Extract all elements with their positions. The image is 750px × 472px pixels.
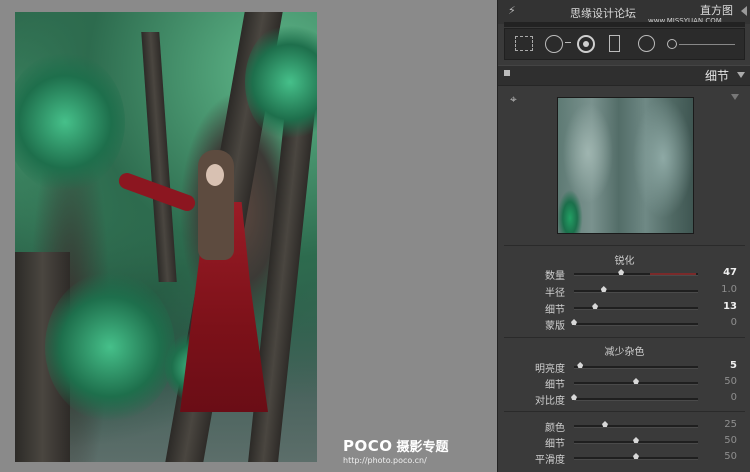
slider-value[interactable]: 50 (724, 451, 737, 462)
slider-value[interactable]: 50 (724, 435, 737, 446)
slider-value[interactable]: 1.0 (721, 284, 737, 295)
histogram-strip (504, 22, 745, 27)
slider-label: 细节 (545, 305, 565, 316)
noise_reduction-row: 细节 50 (498, 434, 750, 450)
sharpening-row: 半径 1.0 (498, 283, 750, 299)
graduated-filter-icon[interactable] (609, 35, 620, 52)
adjustment-brush-icon[interactable] (667, 39, 677, 49)
noise_reduction-row: 明亮度 5 (498, 359, 750, 375)
noise_reduction-row: 平滑度 50 (498, 450, 750, 466)
preview-menu-icon[interactable] (731, 94, 739, 100)
slider-knob[interactable] (571, 319, 577, 325)
brush-size-track[interactable] (679, 44, 735, 45)
slider-track[interactable] (574, 398, 698, 401)
photo-preview[interactable] (15, 12, 317, 462)
slider-value[interactable]: 25 (724, 419, 737, 430)
red-eye-icon[interactable] (577, 35, 595, 53)
histogram-title[interactable]: 直方图 (700, 2, 733, 18)
detail-zoom-preview[interactable] (557, 97, 694, 234)
noise_reduction-row: 颜色 25 (498, 418, 750, 434)
sharpening-row: 蒙版 0 (498, 316, 750, 332)
crop-overlay-icon[interactable] (515, 36, 533, 51)
slider-value[interactable]: 47 (723, 267, 737, 278)
slider-knob[interactable] (633, 437, 639, 443)
poco-logo: POCO (343, 437, 393, 455)
sharpening-row: 细节 13 (498, 300, 750, 316)
detail-preview-area: ⌖ (504, 87, 745, 240)
slider-knob[interactable] (600, 286, 607, 292)
sharpening-row: 数量 47 (498, 266, 750, 282)
slider-knob[interactable] (602, 421, 608, 427)
poco-url: http://photo.poco.cn/ (343, 456, 427, 465)
group-separator (504, 245, 745, 246)
group-separator (504, 337, 745, 338)
noise_reduction-row: 细节 50 (498, 375, 750, 391)
section-title: 细节 (704, 69, 729, 83)
slider-track[interactable] (574, 425, 698, 428)
radial-filter-icon[interactable] (638, 35, 655, 52)
tool-strip (504, 28, 745, 60)
foliage (45, 272, 175, 422)
histogram-header: ⚡ 思缘设计论坛 直方图 www.MISSYUAN.COM (498, 0, 750, 25)
poco-subtitle: 摄影专题 (396, 440, 449, 455)
slider-label: 细节 (545, 380, 565, 391)
slider-value[interactable]: 50 (724, 376, 737, 387)
slider-label: 半径 (545, 288, 565, 299)
slider-value[interactable]: 5 (730, 360, 737, 371)
section-collapse-icon[interactable] (737, 72, 745, 78)
panel-toggle-icon[interactable] (504, 70, 510, 76)
noise_reduction-row: 对比度 0 (498, 391, 750, 407)
spot-removal-icon[interactable] (545, 35, 563, 53)
figure-face (206, 164, 224, 186)
spot-removal-arrow (565, 42, 571, 43)
detail-section-header[interactable]: 细节 (498, 65, 750, 86)
target-adjust-icon[interactable]: ⌖ (510, 93, 522, 105)
slider-knob[interactable] (633, 453, 639, 459)
slider-knob[interactable] (618, 269, 625, 275)
slider-track[interactable] (574, 366, 698, 369)
sharpening-title: 锐化 (614, 256, 635, 267)
slider-track[interactable] (574, 290, 698, 293)
group-separator (504, 411, 745, 412)
slider-value[interactable]: 0 (731, 392, 737, 403)
poco-watermark: POCO 摄影专题 http://photo.poco.cn/ (343, 436, 449, 465)
slider-label: 明亮度 (535, 364, 565, 375)
image-canvas: POCO 摄影专题 http://photo.poco.cn/ (0, 0, 497, 472)
slider-label: 细节 (545, 439, 565, 450)
slider-label: 对比度 (535, 396, 565, 407)
collapse-arrow-icon[interactable] (741, 6, 747, 16)
slider-label: 蒙版 (545, 321, 565, 332)
bolt-icon[interactable]: ⚡ (508, 4, 516, 17)
tree-trunk (141, 32, 177, 282)
slider-warning-range (650, 273, 696, 275)
slider-knob[interactable] (571, 394, 577, 400)
slider-label: 平滑度 (535, 455, 565, 466)
slider-knob[interactable] (633, 378, 639, 384)
slider-knob[interactable] (577, 362, 584, 368)
develop-right-panel: ⚡ 思缘设计论坛 直方图 www.MISSYUAN.COM 细节 ⌖ 锐化数量 4… (497, 0, 750, 472)
slider-value[interactable]: 13 (723, 301, 737, 312)
slider-track[interactable] (574, 323, 698, 326)
slider-label: 颜色 (545, 423, 565, 434)
slider-knob[interactable] (592, 303, 599, 309)
slider-track[interactable] (574, 307, 698, 310)
slider-value[interactable]: 0 (731, 317, 737, 328)
foliage (15, 52, 125, 192)
site-watermark: 思缘设计论坛 (570, 7, 636, 20)
noise_reduction-title: 减少杂色 (604, 347, 645, 358)
slider-label: 数量 (545, 271, 565, 282)
